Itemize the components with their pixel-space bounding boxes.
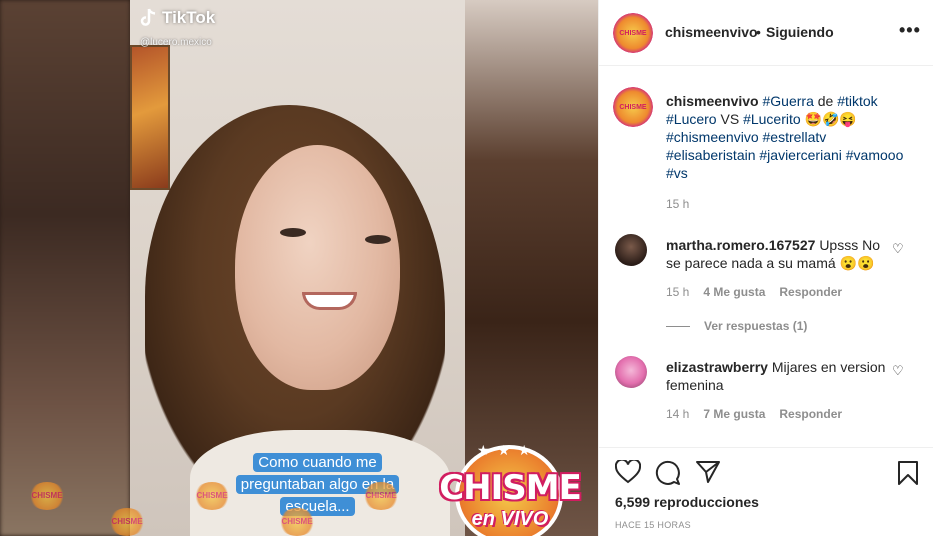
chisme-en-vivo-logo: ★ ★ ★ CHISME en VIVO (425, 440, 595, 536)
logo-word-en-vivo: en VIVO (471, 508, 549, 530)
comment-time: 15 h (666, 285, 690, 299)
heart-icon[interactable] (615, 460, 641, 484)
comment-icon[interactable] (655, 460, 681, 486)
hashtag-link[interactable]: #Lucerito (743, 111, 801, 127)
commenter-avatar[interactable] (615, 356, 647, 388)
hashtag-link[interactable]: #estrellatv (763, 129, 827, 145)
watermark-logo: CHISME (362, 482, 400, 510)
post-time: 15 h (666, 197, 690, 211)
comment-username[interactable]: elizastrawberry (666, 359, 768, 375)
reply-button[interactable]: Responder (779, 407, 842, 421)
more-options-icon[interactable]: ••• (899, 20, 921, 41)
person-face (235, 145, 400, 390)
video-blur-left (0, 0, 130, 536)
replies-line (666, 325, 690, 327)
caption-word: VS (720, 111, 740, 127)
hashtag-link[interactable]: #vamooo (846, 147, 904, 163)
following-button[interactable]: Siguiendo (766, 24, 834, 40)
header-username[interactable]: chismeenvivo (665, 24, 758, 40)
person-eye-right (365, 235, 391, 244)
post-header: CHISME chismeenvivo • Siguiendo ••• (599, 0, 933, 66)
watermark-logo: CHISME (28, 482, 66, 510)
watermark-logo: CHISME (193, 482, 231, 510)
share-icon[interactable] (695, 460, 721, 484)
comment-meta: 15 h 4 Me gusta Responder (666, 285, 842, 299)
comments-list[interactable]: CHISME chismeenvivo #Guerra de #tiktok #… (599, 67, 933, 447)
hashtag-link[interactable]: #javierceriani (759, 147, 841, 163)
post-actions: 6,599 reproducciones HACE 15 HORAS (599, 447, 933, 536)
person-eye-left (280, 228, 306, 237)
hashtag-link[interactable]: #elisaberistain (666, 147, 756, 163)
comment-text: elizastrawberry Mijares en version femen… (666, 358, 888, 394)
hashtag-link[interactable]: #tiktok (837, 93, 877, 109)
post-caption: chismeenvivo #Guerra de #tiktok #Lucero … (666, 92, 916, 182)
hashtag-link[interactable]: #chismeenvivo (666, 129, 759, 145)
hashtag-link[interactable]: #vs (666, 165, 688, 181)
like-comment-heart-icon[interactable]: ♡ (892, 241, 904, 257)
comment-likes[interactable]: 7 Me gusta (703, 407, 765, 421)
post-panel: CHISME chismeenvivo • Siguiendo ••• CHIS… (598, 0, 933, 536)
like-comment-heart-icon[interactable]: ♡ (892, 363, 904, 379)
logo-word-chisme: CHISME (439, 468, 582, 508)
header-separator: • (756, 24, 761, 40)
hashtag-link[interactable]: #Guerra (763, 93, 814, 109)
comment-username[interactable]: martha.romero.167527 (666, 237, 815, 253)
tiktok-brand-text: TikTok (162, 8, 216, 27)
commenter-avatar[interactable] (615, 234, 647, 266)
post-meta: 15 h (666, 197, 689, 211)
comment-text: martha.romero.167527 Upsss No se parece … (666, 236, 888, 272)
wall-painting (130, 45, 170, 190)
post-timestamp[interactable]: HACE 15 HORAS (615, 520, 691, 530)
tiktok-handle: @lucero.mexico (140, 37, 212, 48)
reply-button[interactable]: Responder (779, 285, 842, 299)
view-count[interactable]: 6,599 reproducciones (615, 494, 759, 510)
watermark-logo: CHISME (278, 508, 316, 536)
profile-avatar[interactable]: CHISME (613, 13, 653, 53)
comment-likes[interactable]: 4 Me gusta (703, 285, 765, 299)
logo-stars: ★ ★ ★ (477, 442, 533, 458)
bookmark-icon[interactable] (897, 460, 919, 486)
view-replies-label[interactable]: Ver respuestas (1) (704, 319, 807, 333)
caption-avatar[interactable]: CHISME (613, 87, 653, 127)
tiktok-note-icon (140, 8, 156, 26)
watermark-logo: CHISME (108, 508, 146, 536)
hashtag-link[interactable]: #Lucero (666, 111, 717, 127)
tiktok-logo: TikTok (140, 8, 215, 28)
view-replies-button[interactable]: Ver respuestas (1) (666, 319, 807, 333)
comment-meta: 14 h 7 Me gusta Responder (666, 407, 842, 421)
caption-emojis: 🤩🤣😝 (804, 111, 857, 127)
caption-username[interactable]: chismeenvivo (666, 93, 759, 109)
comment-time: 14 h (666, 407, 690, 421)
video-player[interactable]: TikTok @lucero.mexico Como cuando me pre… (0, 0, 598, 536)
caption-word: de (817, 93, 834, 109)
